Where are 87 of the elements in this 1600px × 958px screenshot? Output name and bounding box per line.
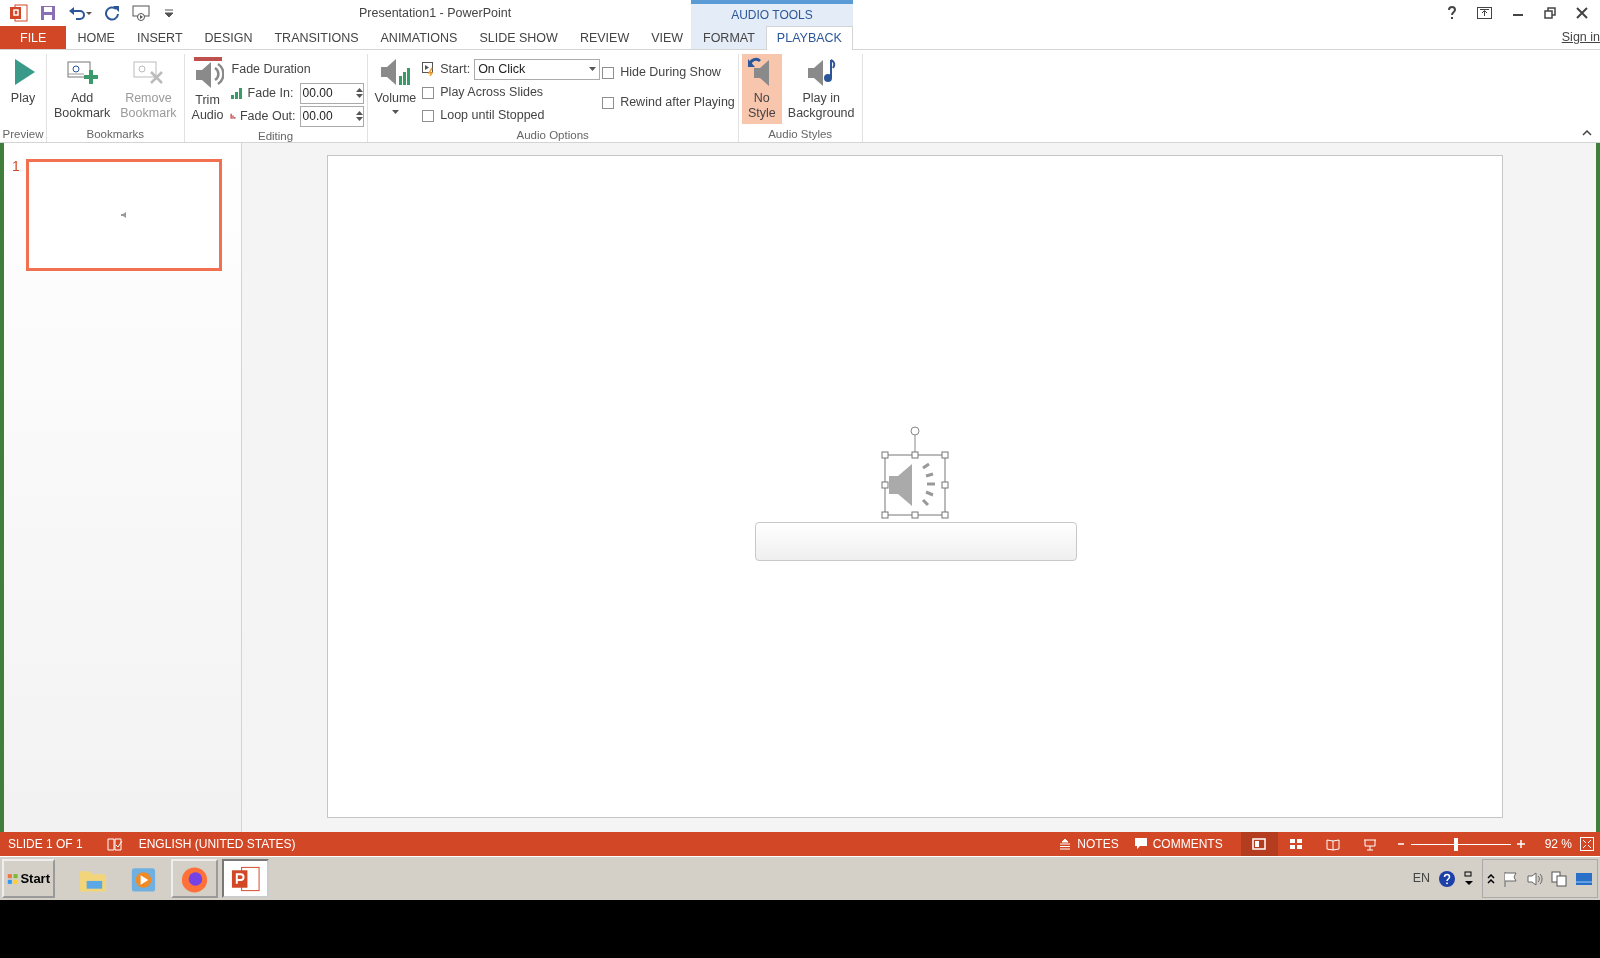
slide-thumbnail[interactable]: [25, 159, 222, 271]
taskbar-app-button[interactable]: [222, 859, 269, 898]
start-dropdown[interactable]: On Click: [474, 58, 601, 80]
ribbon-tab[interactable]: INSERT: [125, 26, 194, 49]
window-title: Presentation1 - PowerPoint: [359, 4, 513, 22]
reading-view-icon: [1326, 837, 1341, 851]
sign-in-link[interactable]: Sign in: [1561, 26, 1600, 49]
ribbon-button[interactable]: Play: [3, 54, 43, 124]
ribbon-button[interactable]: Add Bookmark: [50, 54, 115, 124]
ribbon-button[interactable]: Volume: [370, 54, 421, 124]
slideshow-view-icon: [1363, 837, 1378, 851]
ribbon-tab[interactable]: SLIDE SHOW: [468, 26, 569, 49]
group-label: Preview: [1, 127, 45, 142]
slide-sorter-icon: [1289, 837, 1304, 851]
checkbox-option[interactable]: Hide During Show: [602, 61, 735, 84]
comment-icon: [1134, 838, 1147, 850]
ribbon-button[interactable]: No Style: [741, 54, 782, 124]
fade-in-icon: [229, 87, 244, 100]
spinner-label: Fade Out:: [229, 106, 296, 126]
zoom-slider-thumb[interactable]: [1453, 837, 1458, 851]
redo-icon[interactable]: [104, 5, 120, 21]
help-icon[interactable]: [1438, 869, 1456, 888]
zoom-in-icon[interactable]: [1516, 840, 1525, 848]
group-label: Bookmarks: [85, 127, 146, 142]
caret-icon: [391, 110, 399, 114]
group-heading: Fade Duration: [230, 61, 312, 78]
show-hidden-icon[interactable]: [1487, 873, 1495, 884]
ribbon-tab[interactable]: DESIGN: [193, 26, 264, 49]
ribbon-tab[interactable]: FORMAT: [692, 26, 766, 49]
audio-object-drawing[interactable]: [881, 426, 949, 521]
ribbon-tab[interactable]: PLAYBACK: [765, 26, 853, 50]
spinner-field[interactable]: 00.00: [299, 105, 364, 127]
save-icon[interactable]: [40, 5, 56, 21]
ribbon-tab[interactable]: FILE: [0, 26, 67, 49]
ribbon-button[interactable]: Trim Audio: [187, 54, 228, 124]
collapse-ribbon-icon[interactable]: [1582, 130, 1592, 136]
spinner-label: Fade In:: [229, 83, 296, 103]
language-indicator[interactable]: ENGLISH (UNITED STATES): [130, 835, 304, 853]
slide-indicator: SLIDE 1 OF 1: [7, 836, 84, 853]
group-label: Editing: [256, 128, 295, 144]
checkbox-option[interactable]: Loop until Stopped: [422, 104, 601, 127]
start-button[interactable]: Start: [2, 859, 55, 898]
windows-logo-icon: [7, 871, 19, 886]
slideshow-icon[interactable]: [132, 4, 152, 22]
notes-icon: [1059, 838, 1072, 850]
checkbox-option[interactable]: Rewind after Playing: [602, 91, 735, 114]
powerpoint-logo-icon[interactable]: [10, 4, 28, 22]
notes-button[interactable]: NOTES: [1051, 832, 1127, 856]
trim-audio-icon: [191, 56, 224, 90]
customize-icon[interactable]: [164, 8, 174, 18]
zoom-reading[interactable]: 92 %: [1536, 835, 1580, 853]
ribbon-tab[interactable]: REVIEW: [568, 26, 641, 49]
group-label: Audio Options: [515, 128, 590, 143]
speaker-icon[interactable]: [1527, 870, 1543, 887]
normal-view-icon: [1252, 837, 1267, 851]
ribbon-button[interactable]: Play in Background: [783, 54, 859, 124]
spinner-field[interactable]: 00.00: [299, 82, 364, 104]
network-icon[interactable]: [1551, 870, 1567, 887]
ribbon-tab[interactable]: VIEW: [640, 26, 695, 49]
window-switcher-icon[interactable]: [1464, 870, 1474, 887]
group-label: Audio Styles: [767, 127, 834, 142]
help-icon[interactable]: [1447, 6, 1457, 20]
view-button[interactable]: [1240, 832, 1278, 856]
desktop-icon[interactable]: [1575, 871, 1593, 886]
caret-icon: [589, 67, 597, 71]
comments-button[interactable]: COMMENTS: [1126, 832, 1231, 856]
spell-check-icon[interactable]: [106, 837, 123, 851]
fit-to-window-icon[interactable]: [1580, 837, 1594, 851]
spin-arrows-icon: [355, 111, 363, 122]
ribbon-tab[interactable]: TRANSITIONS: [263, 26, 370, 49]
music-note-icon: [805, 56, 838, 88]
ribbon-display-icon[interactable]: [1477, 7, 1492, 19]
zoom-out-icon[interactable]: [1396, 840, 1405, 848]
keyboard-language[interactable]: EN: [1412, 869, 1430, 888]
restore-icon[interactable]: [1544, 7, 1556, 19]
spin-arrows-icon: [355, 88, 363, 99]
flag-icon[interactable]: [1503, 870, 1519, 887]
ribbon-tab[interactable]: HOME: [66, 26, 126, 49]
close-icon[interactable]: [1576, 7, 1588, 19]
slide-number: 1: [12, 159, 20, 176]
undo-icon[interactable]: [68, 5, 92, 21]
start-label: Start:: [422, 59, 471, 79]
volume-icon: [378, 56, 413, 88]
ribbon-tab[interactable]: ANIMATIONS: [369, 26, 469, 49]
speaker-icon: [119, 211, 128, 219]
contextual-group-label: AUDIO TOOLS: [691, 0, 853, 26]
checkbox-option[interactable]: Play Across Slides: [422, 81, 601, 104]
